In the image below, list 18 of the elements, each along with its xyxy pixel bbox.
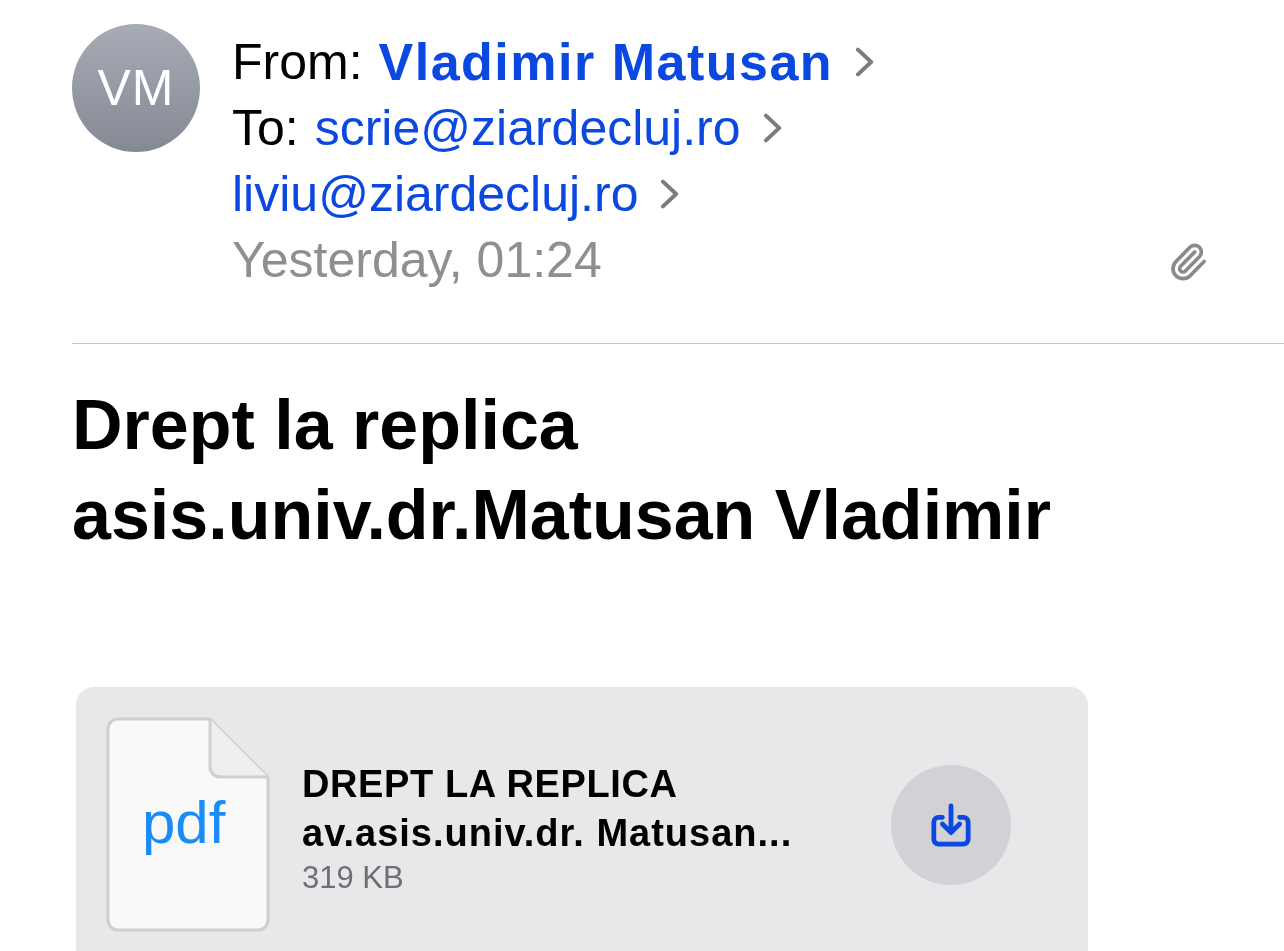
from-label: From: [232, 33, 363, 92]
chevron-icon [660, 179, 681, 209]
file-type-label: pdf [142, 791, 226, 855]
attachment-card[interactable]: pdf DREPT LA REPLICA av.asis.univ.dr. Matusan... 319 KB [76, 687, 1088, 951]
chevron-icon [855, 47, 876, 77]
email-subject: Drept la replica asis.univ.dr.Matusan Vladimir [72, 385, 1052, 556]
attachment-title: DREPT LA REPLICA [302, 762, 679, 807]
attachment-size: 319 KB [302, 859, 405, 897]
attachment-filename: av.asis.univ.dr. Matusan... [302, 811, 794, 856]
date-text: Yesterday, 01:24 [232, 231, 602, 290]
recipient-link[interactable]: scrie@ziardecluj.ro [314, 95, 741, 161]
document-icon [106, 717, 270, 932]
avatar: VM [72, 24, 200, 152]
recipient-link[interactable]: liviu@ziardecluj.ro [232, 161, 639, 227]
chevron-icon [762, 113, 783, 143]
download-icon [930, 802, 972, 848]
sender-name-link[interactable]: Vladimir Matusan [378, 29, 834, 95]
to-label: To: [232, 99, 299, 158]
